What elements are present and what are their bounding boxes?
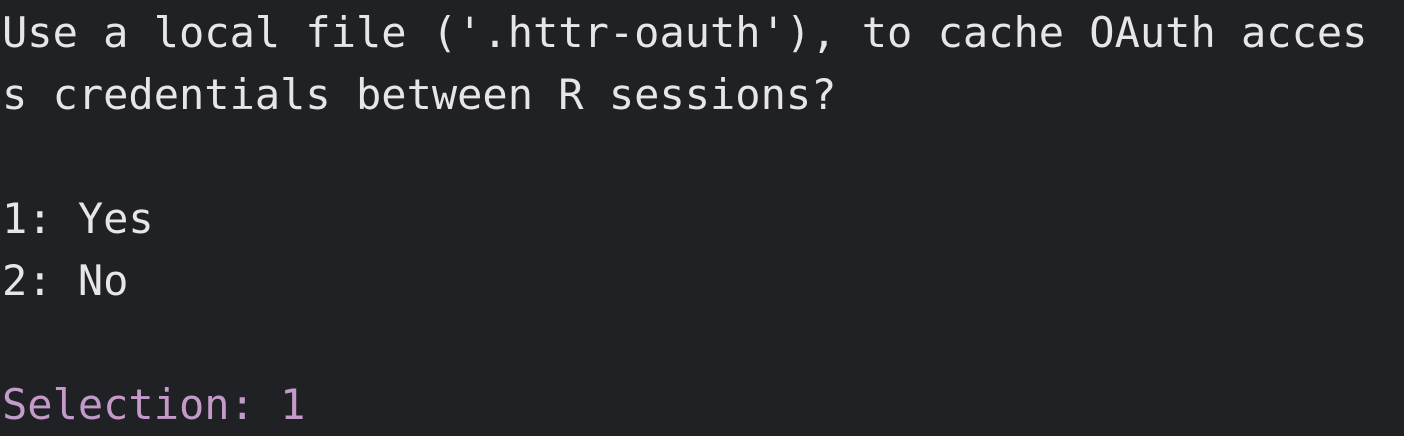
option-no: 2: No <box>2 256 129 305</box>
question-line-1: Use a local file ('.httr-oauth'), to cac… <box>2 8 1368 57</box>
option-yes: 1: Yes <box>2 194 154 243</box>
selection-prompt[interactable]: Selection: 1 <box>2 374 1404 436</box>
question-line-2: s credentials between R sessions? <box>2 70 837 119</box>
selection-value: 1 <box>280 380 306 429</box>
r-console-output: Use a local file ('.httr-oauth'), to cac… <box>0 0 1404 436</box>
selection-label: Selection: <box>2 380 255 429</box>
